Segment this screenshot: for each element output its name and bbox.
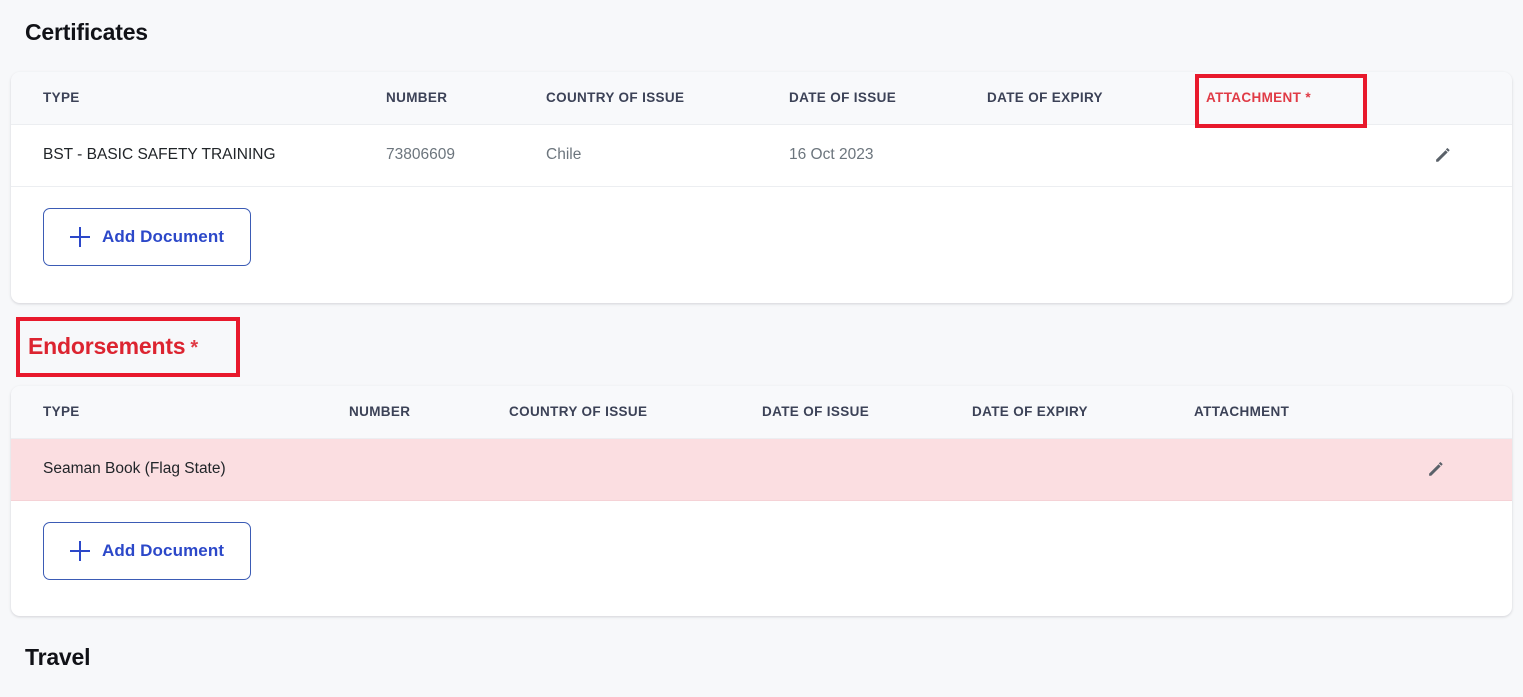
col-header-actions — [1369, 386, 1512, 439]
col-header-date-of-issue[interactable]: DATE OF ISSUE — [789, 72, 987, 125]
plus-icon — [70, 226, 90, 247]
cell-date-of-expiry — [987, 124, 1169, 187]
table-row[interactable]: BST - BASIC SAFETY TRAINING 73806609 Chi… — [11, 124, 1512, 187]
cell-date-of-issue — [762, 438, 972, 501]
cell-type: BST - BASIC SAFETY TRAINING — [11, 124, 386, 187]
cell-country-of-issue: Chile — [546, 124, 789, 187]
cell-number — [349, 438, 509, 501]
col-header-actions — [1369, 72, 1512, 125]
endorsements-table-head: TYPE NUMBER COUNTRY OF ISSUE DATE OF ISS… — [11, 386, 1512, 439]
table-row[interactable]: Seaman Book (Flag State) — [11, 438, 1512, 501]
cell-date-of-expiry — [972, 438, 1194, 501]
certificates-table-body: BST - BASIC SAFETY TRAINING 73806609 Chi… — [11, 124, 1512, 187]
cell-type: Seaman Book (Flag State) — [11, 438, 349, 501]
certificates-table: TYPE NUMBER COUNTRY OF ISSUE DATE OF ISS… — [11, 72, 1512, 187]
travel-section-title: Travel — [25, 644, 91, 670]
col-header-type[interactable]: TYPE — [11, 386, 349, 439]
cell-actions — [1369, 438, 1512, 501]
col-header-attachment[interactable]: ATTACHMENT — [1194, 386, 1369, 439]
col-header-date-of-issue[interactable]: DATE OF ISSUE — [762, 386, 972, 439]
certificates-card-footer: Add Document — [11, 187, 1512, 290]
cell-country-of-issue — [509, 438, 762, 501]
edit-row-button[interactable] — [1430, 141, 1456, 167]
endorsements-card-footer: Add Document — [11, 501, 1512, 604]
col-header-country-of-issue[interactable]: COUNTRY OF ISSUE — [509, 386, 762, 439]
certificates-table-head: TYPE NUMBER COUNTRY OF ISSUE DATE OF ISS… — [11, 72, 1512, 125]
pencil-icon — [1432, 143, 1454, 165]
endorsements-card: TYPE NUMBER COUNTRY OF ISSUE DATE OF ISS… — [11, 386, 1512, 616]
endorsements-table: TYPE NUMBER COUNTRY OF ISSUE DATE OF ISS… — [11, 386, 1512, 501]
endorsements-header-row: TYPE NUMBER COUNTRY OF ISSUE DATE OF ISS… — [11, 386, 1512, 439]
endorsements-required-star: * — [190, 337, 198, 359]
cell-number: 73806609 — [386, 124, 546, 187]
col-header-attachment[interactable]: ATTACHMENT * — [1169, 72, 1369, 125]
pencil-icon — [1425, 457, 1447, 479]
certificates-header-row: TYPE NUMBER COUNTRY OF ISSUE DATE OF ISS… — [11, 72, 1512, 125]
cell-attachment — [1194, 438, 1369, 501]
add-document-label: Add Document — [102, 226, 225, 246]
certificates-card: TYPE NUMBER COUNTRY OF ISSUE DATE OF ISS… — [11, 72, 1512, 303]
certificates-section-title: Certificates — [25, 19, 148, 45]
cell-attachment — [1169, 124, 1369, 187]
endorsements-table-body: Seaman Book (Flag State) — [11, 438, 1512, 501]
cell-actions — [1369, 124, 1512, 187]
add-document-button-certificates[interactable]: Add Document — [43, 207, 252, 266]
col-header-country-of-issue[interactable]: COUNTRY OF ISSUE — [546, 72, 789, 125]
page-root: Certificates TYPE NUMBER COUNTRY OF ISSU… — [0, 0, 1523, 697]
col-header-date-of-expiry[interactable]: DATE OF EXPIRY — [987, 72, 1169, 125]
col-header-number[interactable]: NUMBER — [386, 72, 546, 125]
add-document-label: Add Document — [102, 540, 225, 560]
endorsements-section-title-text: Endorsements — [28, 333, 186, 359]
cell-date-of-issue: 16 Oct 2023 — [789, 124, 987, 187]
endorsements-section-title: Endorsements * — [28, 333, 198, 359]
edit-row-button[interactable] — [1423, 455, 1449, 481]
plus-icon — [70, 540, 90, 561]
col-header-number[interactable]: NUMBER — [349, 386, 509, 439]
col-header-type[interactable]: TYPE — [11, 72, 386, 125]
col-header-date-of-expiry[interactable]: DATE OF EXPIRY — [972, 386, 1194, 439]
add-document-button-endorsements[interactable]: Add Document — [43, 521, 252, 580]
